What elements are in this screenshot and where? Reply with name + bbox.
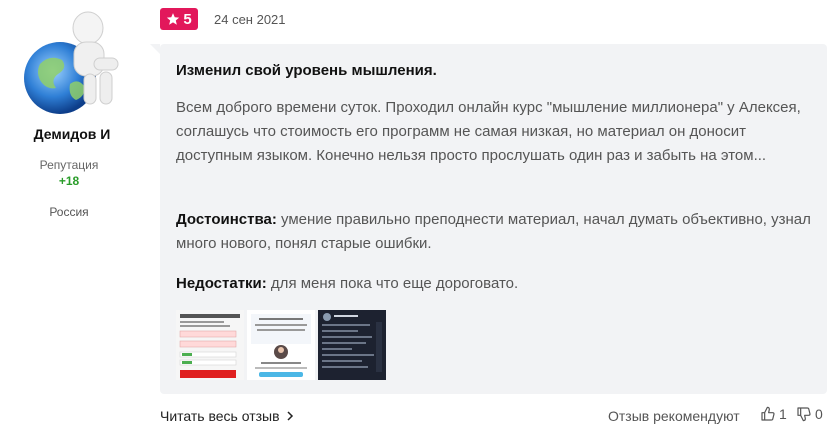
author-name[interactable]: Демидов И <box>0 126 144 142</box>
read-full-review-link[interactable]: Читать весь отзыв <box>160 408 294 424</box>
reputation-value: +18 <box>58 174 80 188</box>
like-button[interactable]: 1 <box>760 406 787 422</box>
review-card: Изменил свой уровень мышления. Всем добр… <box>150 44 827 394</box>
read-more-label: Читать весь отзыв <box>160 408 280 424</box>
likes-count: 1 <box>779 406 787 422</box>
thumbs-up-icon <box>761 406 775 421</box>
review-cons: Недостатки: для меня пока что еще дорого… <box>176 272 816 296</box>
review-date: 24 сен 2021 <box>214 12 286 27</box>
rating-value: 5 <box>183 10 192 28</box>
thumbnail-image[interactable] <box>176 310 244 380</box>
rating-badge: 5 <box>160 8 198 30</box>
recommend-label: Отзыв рекомендуют <box>608 408 740 424</box>
avatar[interactable] <box>20 6 124 116</box>
dislikes-count: 0 <box>815 406 823 422</box>
review-thumbnails <box>176 310 386 380</box>
star-icon <box>167 13 180 25</box>
cons-label: Недостатки: <box>176 275 267 292</box>
pros-label: Достоинства: <box>176 211 277 228</box>
cons-text: для меня пока что еще дороговато. <box>266 275 519 292</box>
review-pros: Достоинства: умение правильно преподнест… <box>176 208 816 256</box>
reputation-label: Репутация <box>39 158 99 172</box>
review-body: Всем доброго времени суток. Проходил онл… <box>176 99 801 164</box>
thumbnail-image[interactable] <box>318 310 386 380</box>
chevron-right-icon <box>287 411 293 421</box>
dislike-button[interactable]: 0 <box>796 406 823 422</box>
thumbnail-image[interactable] <box>247 310 315 380</box>
author-country: Россия <box>49 205 89 219</box>
review-title[interactable]: Изменил свой уровень мышления. <box>176 62 437 79</box>
thumbs-down-icon <box>797 407 811 422</box>
